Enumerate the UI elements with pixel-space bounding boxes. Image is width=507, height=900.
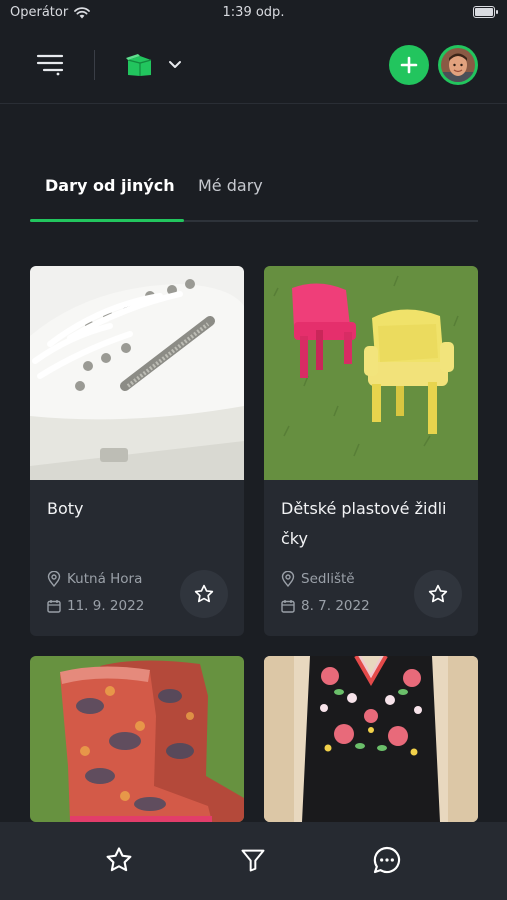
- favorites-nav-button[interactable]: [101, 842, 137, 878]
- active-tab-indicator: [30, 219, 184, 222]
- tab-bar: Dary od jiných Mé dary: [30, 160, 478, 222]
- item-date-text: 8. 7. 2022: [301, 598, 370, 614]
- user-avatar[interactable]: [438, 45, 478, 85]
- tab-donations-from-others[interactable]: Dary od jiných: [45, 176, 175, 195]
- bottom-navigation: [0, 822, 507, 900]
- clock: 1:39 odp.: [222, 5, 285, 20]
- tab-my-donations[interactable]: Mé dary: [198, 176, 263, 195]
- plus-icon: [400, 56, 418, 74]
- donation-card[interactable]: [264, 656, 478, 822]
- item-location-text: Kutná Hora: [67, 571, 143, 587]
- star-icon: [428, 584, 448, 603]
- chevron-down-icon: [169, 61, 181, 68]
- calendar-icon: [47, 600, 61, 613]
- item-date: 8. 7. 2022: [281, 598, 370, 614]
- item-location: Sedliště: [281, 571, 355, 587]
- favorite-button[interactable]: [180, 570, 228, 618]
- location-pin-icon: [281, 571, 295, 587]
- star-icon: [194, 584, 214, 603]
- filter-nav-button[interactable]: [235, 842, 271, 878]
- chat-icon: [373, 846, 401, 874]
- item-title: Dětské plastové židli čky: [281, 499, 447, 548]
- item-photo-boots: [30, 656, 244, 822]
- donation-card[interactable]: [30, 656, 244, 822]
- item-photo-dress: [264, 656, 478, 822]
- donation-card[interactable]: Boty Kutná Hora 11. 9. 2022: [30, 266, 244, 636]
- item-photo-chairs: [264, 266, 478, 480]
- battery-icon: [473, 6, 498, 18]
- top-bar: [0, 28, 507, 104]
- location-pin-icon: [47, 571, 61, 587]
- calendar-icon: [281, 600, 295, 613]
- status-bar: Operátor 1:39 odp.: [0, 0, 507, 28]
- favorite-button[interactable]: [414, 570, 462, 618]
- star-icon: [106, 847, 132, 872]
- donation-card[interactable]: Dětské plastové židli čky Sedliště 8. 7.…: [264, 266, 478, 636]
- item-date-text: 11. 9. 2022: [67, 598, 145, 614]
- item-title: Boty: [47, 499, 84, 518]
- logo-dropdown[interactable]: [124, 48, 194, 82]
- green-box-logo-icon: [126, 54, 152, 76]
- avatar-photo: [441, 48, 475, 82]
- filter-icon: [241, 849, 265, 872]
- item-location-text: Sedliště: [301, 571, 355, 587]
- item-photo-shoes: [30, 266, 244, 480]
- add-donation-button[interactable]: [389, 45, 429, 85]
- menu-icon: [36, 54, 64, 76]
- header-divider: [94, 50, 95, 80]
- item-date: 11. 9. 2022: [47, 598, 144, 614]
- menu-button[interactable]: [34, 50, 66, 78]
- item-location: Kutná Hora: [47, 571, 142, 587]
- messages-nav-button[interactable]: [369, 842, 405, 878]
